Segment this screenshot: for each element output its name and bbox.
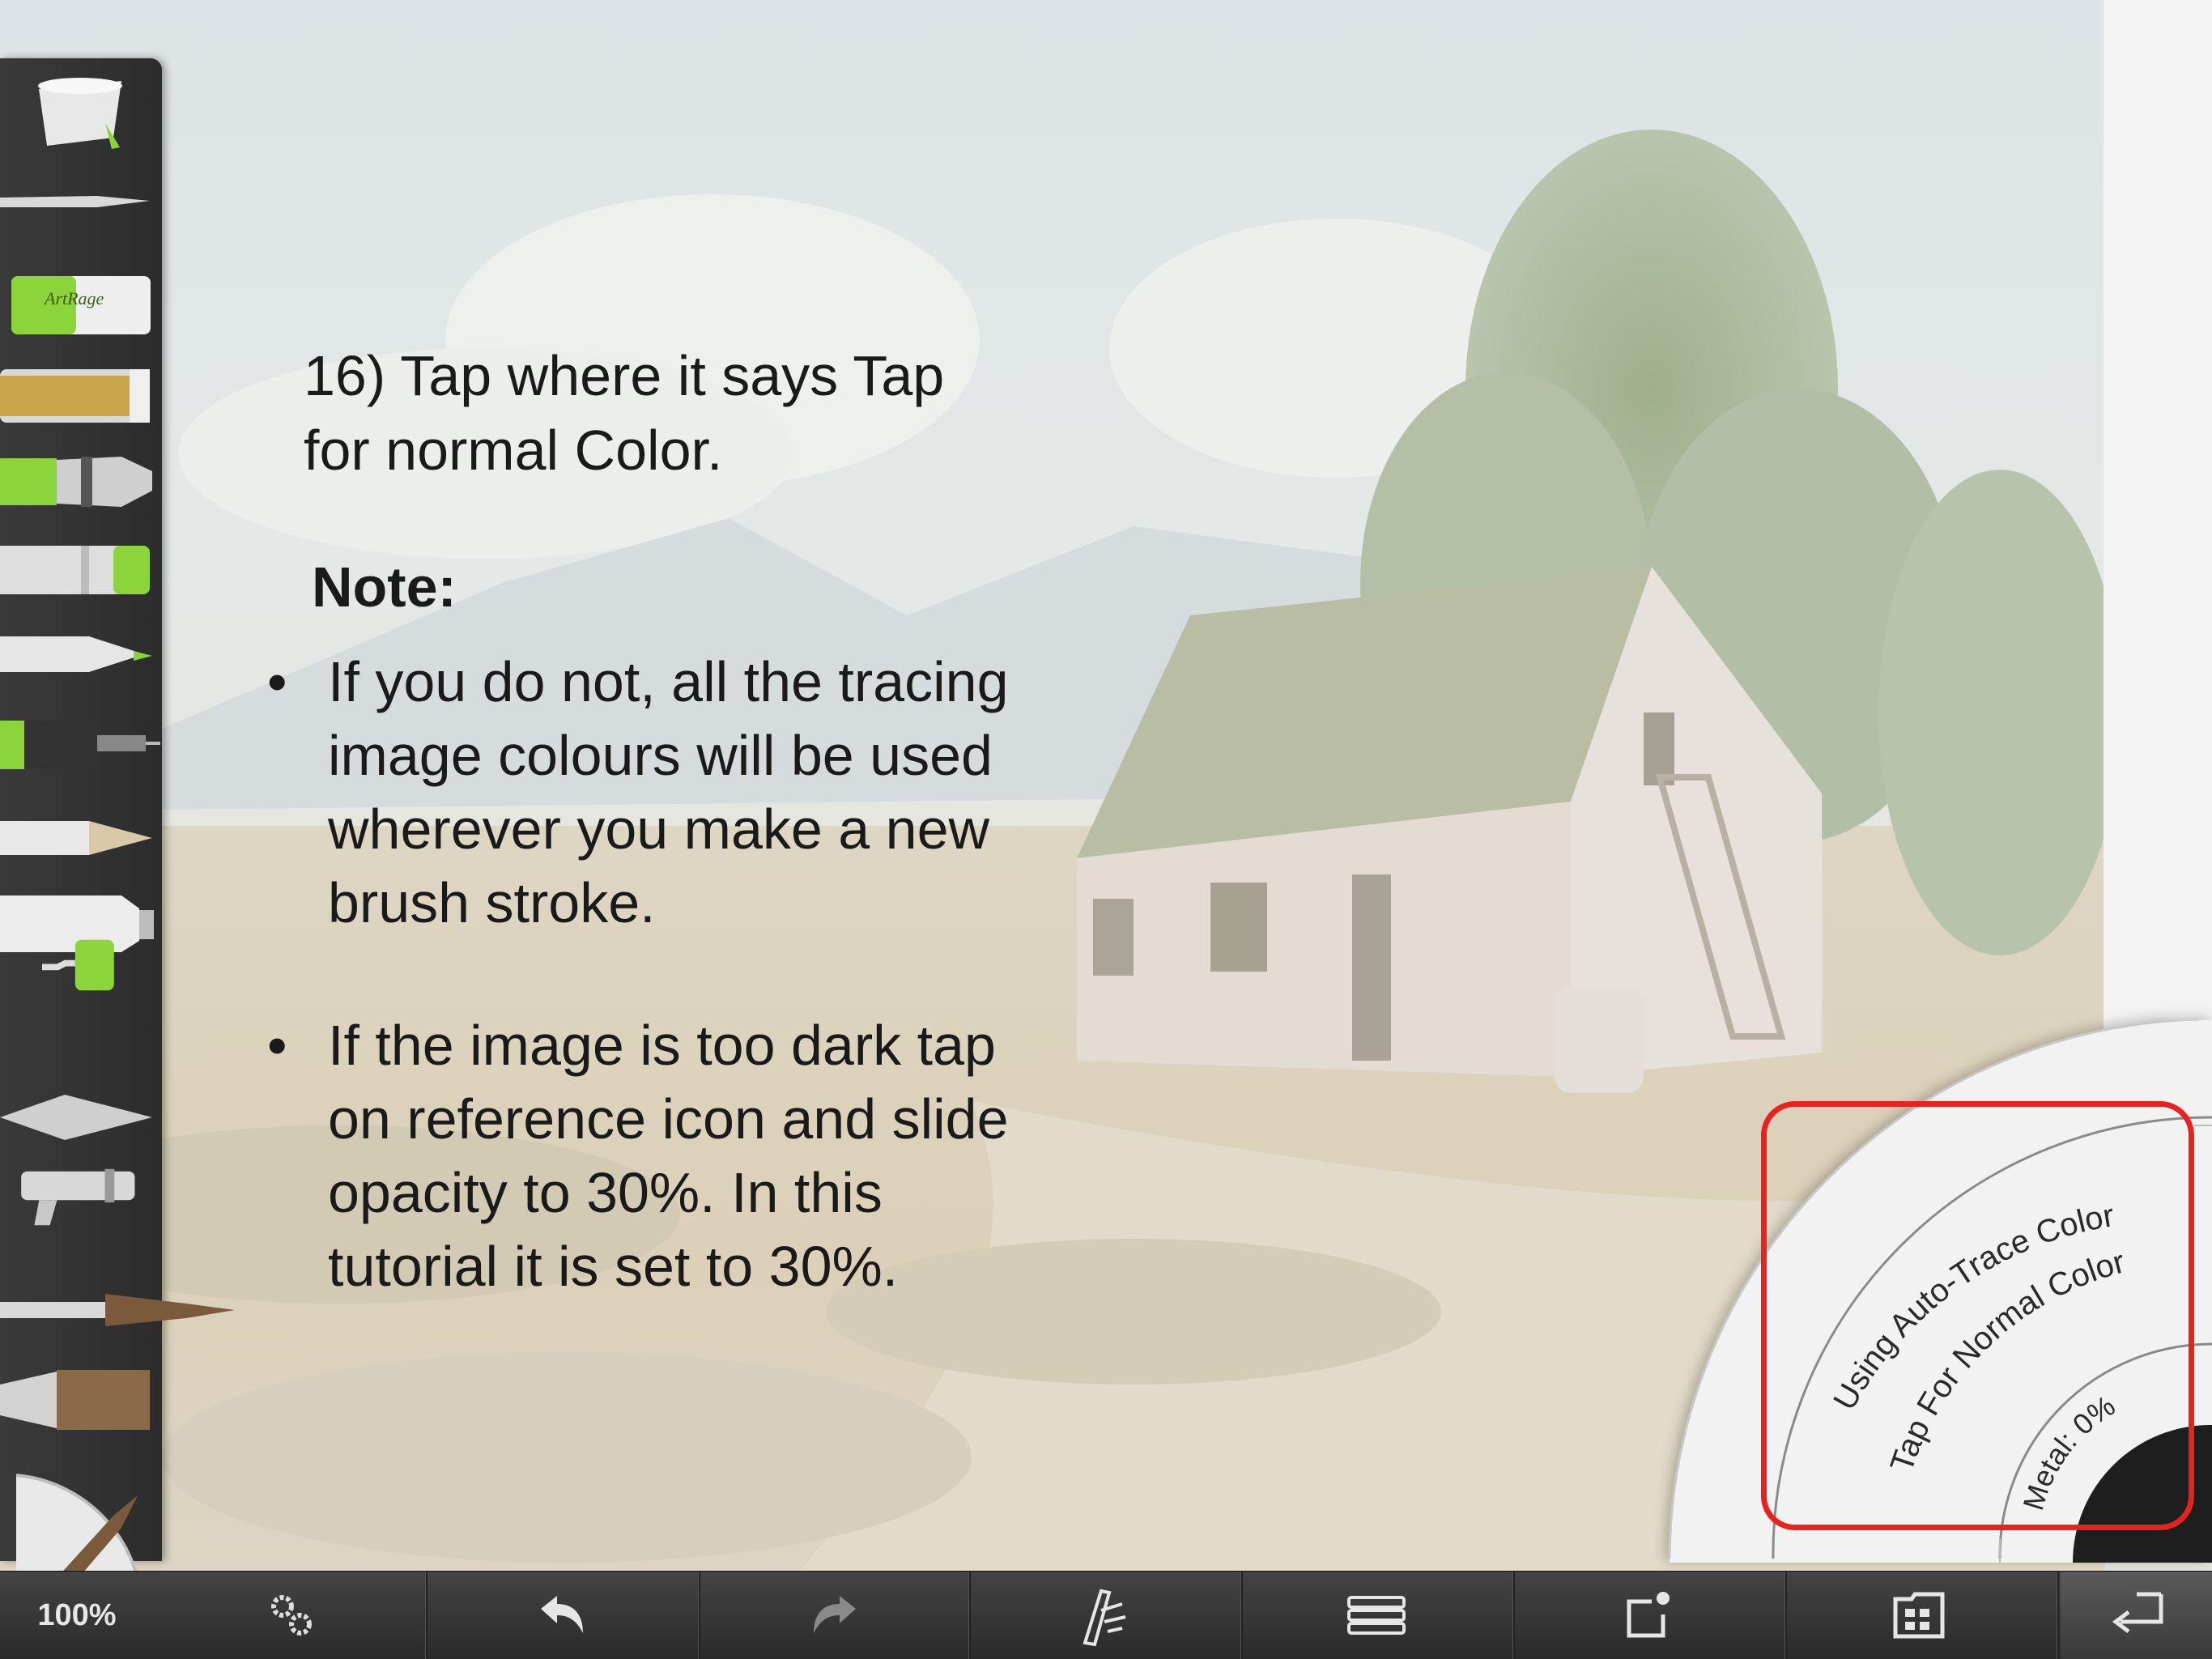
chalk-tool[interactable] bbox=[0, 530, 162, 607]
redo-button[interactable] bbox=[753, 1572, 915, 1659]
oil-brush-icon bbox=[0, 1294, 235, 1326]
share-export-icon bbox=[1627, 1592, 1670, 1638]
palette-knife-icon bbox=[0, 196, 150, 207]
bullet-line: on reference icon and slide bbox=[328, 1087, 1009, 1151]
zoom-button[interactable]: 100% bbox=[0, 1572, 154, 1659]
roller-icon bbox=[42, 939, 114, 991]
bullet-line: tutorial it is set to 30%. bbox=[328, 1235, 899, 1298]
share-button[interactable] bbox=[1567, 1572, 1729, 1659]
zoom-level: 100% bbox=[37, 1597, 117, 1632]
airbrush-tool[interactable] bbox=[0, 1159, 162, 1265]
tracing-button[interactable] bbox=[1024, 1572, 1186, 1659]
felt-pen-tool[interactable] bbox=[0, 617, 162, 695]
glitter-tube-icon bbox=[0, 369, 150, 423]
ink-pen-tool[interactable] bbox=[0, 704, 162, 782]
ink-pen-icon bbox=[0, 721, 160, 769]
gallery-button[interactable] bbox=[1838, 1572, 2000, 1659]
pencil-icon bbox=[0, 821, 152, 855]
bullet-line: opacity to 30%. In this bbox=[328, 1161, 883, 1224]
undo-button[interactable] bbox=[482, 1572, 644, 1659]
roller-tool[interactable] bbox=[0, 917, 162, 1078]
pencil-tool[interactable] bbox=[0, 806, 162, 884]
tracing-brush-icon bbox=[1083, 1589, 1126, 1647]
eraser-tool[interactable]: ArtRage bbox=[0, 266, 162, 338]
bullet-dot: • bbox=[267, 650, 287, 713]
gallery-icon bbox=[1893, 1592, 1945, 1639]
palette-knife-flat-tool[interactable] bbox=[0, 1078, 162, 1156]
settings-gears-icon bbox=[271, 1595, 312, 1636]
settings-button[interactable] bbox=[211, 1572, 372, 1659]
airbrush-icon bbox=[21, 1168, 135, 1226]
bullet-dot: • bbox=[267, 1014, 287, 1077]
marker-tool[interactable] bbox=[0, 442, 162, 520]
undo-arrow-icon bbox=[541, 1596, 583, 1633]
flat-brush-tool[interactable] bbox=[0, 1360, 162, 1438]
step-line-1: 16) Tap where it says Tap bbox=[304, 344, 945, 407]
paint-bucket-icon bbox=[38, 78, 122, 149]
bullet-line: wherever you make a new bbox=[328, 798, 990, 861]
step-line-2: for normal Color. bbox=[304, 419, 723, 482]
bullet-text: If the image is too dark tap on referenc… bbox=[328, 1009, 1138, 1304]
step-instruction: 16) Tap where it says Tap for normal Col… bbox=[304, 338, 1032, 487]
bullet-line: If you do not, all the tracing bbox=[328, 650, 1009, 713]
bullet-line: If the image is too dark tap bbox=[328, 1014, 996, 1077]
collapse-arrow-icon bbox=[2112, 1592, 2163, 1633]
palette-knife-tool[interactable] bbox=[0, 164, 162, 241]
marker-icon bbox=[0, 457, 152, 507]
glitter-tube-tool[interactable] bbox=[0, 356, 162, 434]
layers-button[interactable] bbox=[1295, 1572, 1457, 1659]
redo-arrow-icon bbox=[814, 1596, 856, 1633]
note-heading: Note: bbox=[312, 555, 457, 619]
bullet-line: brush stroke. bbox=[328, 871, 656, 934]
collapse-button[interactable] bbox=[2061, 1572, 2212, 1659]
eraser-brand-label: ArtRage bbox=[45, 288, 104, 308]
trowel-icon bbox=[0, 1095, 152, 1140]
bottom-toolbar: 100% bbox=[0, 1571, 2212, 1659]
chalk-icon bbox=[0, 546, 150, 594]
felt-pen-icon bbox=[0, 636, 152, 672]
flat-brush-icon bbox=[0, 1370, 150, 1430]
tool-rail: ArtRage bbox=[0, 58, 235, 1621]
oil-brush-tool[interactable] bbox=[0, 1273, 235, 1351]
paint-bucket-tool[interactable] bbox=[0, 74, 162, 152]
highlight-annotation bbox=[1761, 1101, 2194, 1530]
bullet-text: If you do not, all the tracing image col… bbox=[328, 645, 1138, 940]
layers-icon bbox=[1347, 1596, 1406, 1635]
bullet-line: image colours will be used bbox=[328, 724, 993, 787]
